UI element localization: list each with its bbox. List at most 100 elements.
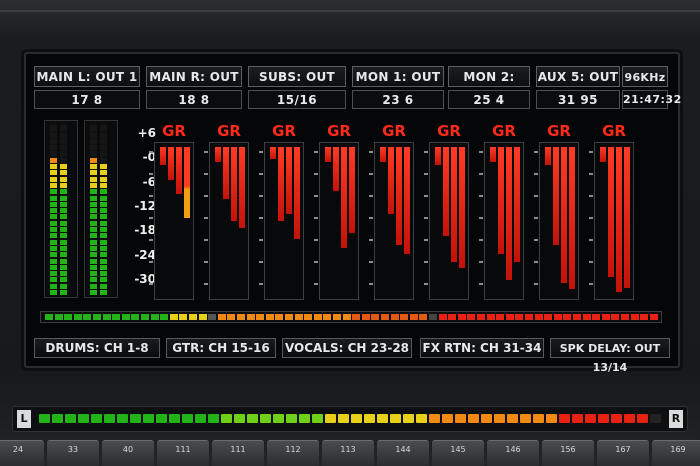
input-meter-right — [84, 120, 118, 298]
gr-tick — [534, 173, 538, 175]
output-aux-5[interactable]: AUX 5: OUT 11 — [536, 66, 620, 105]
gr-bar — [490, 147, 496, 162]
meter-column — [90, 123, 97, 295]
gr-tick — [589, 239, 593, 241]
gr-tick — [204, 261, 208, 263]
speaker-delay[interactable]: SPK DELAY: OUT 13/14 — [550, 338, 670, 374]
gr-tick — [259, 283, 263, 285]
meter-segment — [90, 138, 97, 144]
meter-segment — [90, 145, 97, 151]
gr-tick — [479, 217, 483, 219]
strip-segment — [352, 314, 361, 320]
meter-column — [100, 123, 107, 295]
meter-segment — [90, 208, 97, 214]
channel-button[interactable]: 33 — [47, 440, 99, 466]
strip-segment — [630, 314, 639, 320]
meter-segment — [90, 220, 97, 226]
gr-tick — [534, 283, 538, 285]
gr-bar — [553, 147, 559, 245]
meter-segment — [60, 277, 67, 283]
channel-button[interactable]: 113 — [322, 440, 374, 466]
gr-label: GR — [217, 122, 241, 140]
meter-segment — [90, 132, 97, 138]
gr-tick — [424, 239, 428, 241]
channel-button[interactable]: 156 — [542, 440, 594, 466]
master-segment — [221, 414, 232, 423]
master-segment — [585, 414, 596, 423]
output-mon-2[interactable]: MON 2: OUT 8 — [448, 66, 530, 105]
master-segment — [234, 414, 245, 423]
meter-segment — [50, 189, 57, 195]
clock: 21:47:32 — [622, 90, 681, 109]
meter-segment — [50, 245, 57, 251]
strip-segment — [486, 314, 495, 320]
gr-bar — [215, 147, 221, 162]
output-mon-1[interactable]: MON 1: OUT 7 — [352, 66, 444, 105]
meter-segment — [90, 233, 97, 239]
gr-bar — [176, 147, 182, 194]
master-segment — [65, 414, 76, 423]
gr-tick — [424, 195, 428, 197]
master-segment — [390, 414, 401, 423]
gr-bar — [624, 147, 630, 288]
group-gtr[interactable]: GTR: CH 15-16 — [166, 338, 276, 358]
strip-segment — [198, 314, 207, 320]
gr-meter — [424, 142, 469, 300]
channel-button[interactable]: 111 — [212, 440, 264, 466]
output-main-r[interactable]: MAIN R: OUT 2 — [146, 66, 242, 105]
meter-segment — [90, 227, 97, 232]
meter-segment — [100, 145, 107, 151]
channel-button[interactable]: 169 — [652, 440, 700, 466]
meter-segment — [60, 290, 67, 295]
strip-segment — [333, 314, 341, 320]
meter-segment — [60, 220, 67, 226]
gr-bar — [545, 147, 551, 165]
master-left-label: L — [17, 410, 31, 428]
meter-segment — [60, 201, 67, 207]
channel-button[interactable]: 112 — [267, 440, 319, 466]
gr-bar — [168, 147, 174, 180]
gr-tick — [314, 217, 318, 219]
channel-button[interactable]: 144 — [377, 440, 429, 466]
gr-meter — [479, 142, 524, 300]
strip-segment — [342, 314, 351, 320]
master-segment — [507, 414, 518, 423]
gr-tick — [424, 217, 428, 219]
master-segment — [559, 414, 570, 423]
meter-segment — [100, 170, 107, 176]
gr-label: GR — [602, 122, 626, 140]
output-main-l[interactable]: MAIN L: OUT 1 — [34, 66, 140, 87]
gr-tick — [369, 261, 373, 263]
gr-tick — [314, 239, 318, 241]
gr-tick — [589, 261, 593, 263]
output-main-l-value: 17 8 — [34, 90, 140, 109]
channel-button[interactable]: 24 — [0, 440, 44, 466]
gr-bar — [388, 147, 394, 214]
channel-button[interactable]: 40 — [102, 440, 154, 466]
channel-button[interactable]: 145 — [432, 440, 484, 466]
group-fx-rtn[interactable]: FX RTN: CH 31-34 — [420, 338, 544, 358]
sample-rate: 96KHz — [622, 66, 668, 87]
master-segment — [494, 414, 505, 423]
master-segment — [429, 414, 440, 423]
strip-segment — [131, 314, 140, 320]
output-aux-5-value: 31 95 — [536, 90, 620, 109]
meter-segment — [90, 126, 97, 132]
master-segment — [364, 414, 375, 423]
group-drums[interactable]: DRUMS: CH 1-8 — [34, 338, 160, 358]
channel-button[interactable]: 111 — [157, 440, 209, 466]
meter-segment — [60, 283, 67, 289]
channel-button[interactable]: 167 — [597, 440, 649, 466]
gr-tick — [534, 195, 538, 197]
strip-segment — [73, 314, 82, 320]
master-segment — [312, 414, 323, 423]
gr-label: GR — [492, 122, 516, 140]
group-vocals[interactable]: VOCALS: CH 23-28 — [282, 338, 412, 358]
output-subs[interactable]: SUBS: OUT 3/4 — [248, 66, 346, 105]
channel-button[interactable]: 146 — [487, 440, 539, 466]
meter-segment — [50, 138, 57, 144]
strip-segment — [611, 314, 620, 320]
level-strip — [40, 311, 662, 323]
meter-segment — [60, 170, 67, 176]
gr-tick — [314, 261, 318, 263]
